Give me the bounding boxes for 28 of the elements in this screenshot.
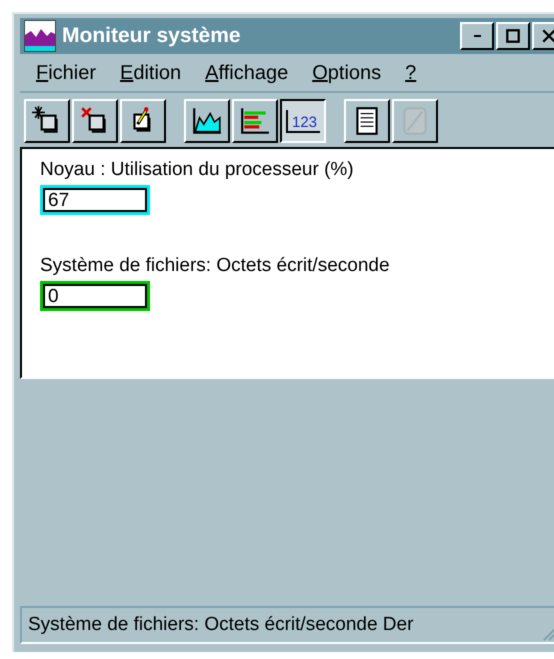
window-title: Moniteur système xyxy=(62,24,242,48)
report-label: 123 xyxy=(286,110,320,132)
maximize-icon xyxy=(505,28,521,44)
report-button[interactable]: 123 xyxy=(280,99,326,143)
maximize-button[interactable] xyxy=(496,22,530,50)
resize-grip-icon[interactable] xyxy=(543,626,554,641)
menu-item[interactable]: Affichage xyxy=(205,62,288,85)
histogram-button[interactable] xyxy=(232,99,278,143)
counter-label: Noyau : Utilisation du processeur (%) xyxy=(40,159,354,181)
counter-value: 0 xyxy=(40,281,150,311)
menu-item[interactable]: Fichier xyxy=(36,62,96,85)
counter-value: 67 xyxy=(40,185,150,215)
minimize-icon xyxy=(474,35,480,37)
chart-button[interactable] xyxy=(184,99,230,143)
close-icon xyxy=(541,28,554,44)
status-text: Système de fichiers: Octets écrit/seconde Der xyxy=(28,614,414,636)
menu-item[interactable]: Edition xyxy=(120,62,182,85)
log-button[interactable] xyxy=(344,99,390,143)
menu-item[interactable]: ? xyxy=(405,62,416,85)
area-chart-icon xyxy=(191,105,223,137)
edit-button[interactable] xyxy=(120,99,166,143)
menu-item[interactable]: Options xyxy=(312,62,382,85)
counter-label: Système de fichiers: Octets écrit/seconde xyxy=(40,255,390,277)
bar-chart-icon xyxy=(239,105,271,137)
app-chart-icon xyxy=(24,20,56,52)
minimize-button[interactable] xyxy=(460,22,494,50)
add-button[interactable] xyxy=(24,99,70,143)
delete-button[interactable] xyxy=(72,99,118,143)
